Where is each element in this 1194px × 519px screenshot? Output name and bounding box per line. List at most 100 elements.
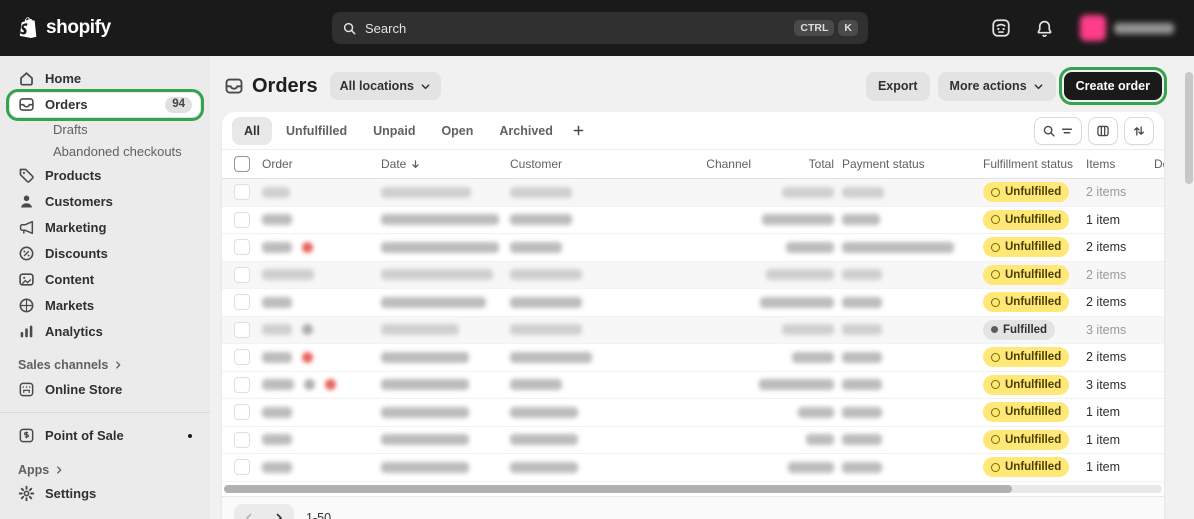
search-and-filter-button[interactable] bbox=[1034, 116, 1082, 145]
previous-page-button[interactable] bbox=[234, 504, 264, 519]
row-checkbox[interactable] bbox=[234, 184, 250, 201]
tab-open[interactable]: Open bbox=[429, 117, 485, 145]
fulfillment-status-badge: Unfulfilled bbox=[983, 429, 1070, 450]
account-menu[interactable] bbox=[1074, 12, 1180, 44]
row-checkbox[interactable] bbox=[234, 239, 250, 256]
row-checkbox[interactable] bbox=[234, 321, 250, 338]
order-number-redacted bbox=[262, 324, 292, 336]
create-order-button[interactable]: Create order bbox=[1058, 67, 1168, 105]
row-checkbox[interactable] bbox=[234, 431, 250, 448]
column-label: Items bbox=[1086, 157, 1116, 171]
page-scrollbar-thumb[interactable] bbox=[1185, 72, 1193, 184]
column-header-channel[interactable]: Channel bbox=[664, 157, 759, 171]
table-row[interactable]: Unfulfilled 1 item bbox=[222, 454, 1164, 482]
column-header-items[interactable]: Items bbox=[1086, 157, 1154, 171]
sidebar-item-markets[interactable]: Markets bbox=[10, 293, 200, 317]
notifications-button[interactable] bbox=[1031, 15, 1058, 42]
column-header-delivery[interactable]: Delivery bbox=[1154, 157, 1164, 171]
sidekick-icon bbox=[991, 18, 1011, 38]
row-checkbox[interactable] bbox=[234, 404, 250, 421]
column-header-total[interactable]: Total bbox=[759, 157, 842, 171]
date-redacted bbox=[381, 351, 469, 363]
column-header-date[interactable]: Date bbox=[381, 157, 510, 171]
search-bar[interactable]: Search CTRL K bbox=[332, 12, 868, 44]
note-flag-icon bbox=[304, 379, 315, 391]
column-header-payment-status[interactable]: Payment status bbox=[842, 157, 983, 171]
payment-status-redacted bbox=[842, 324, 882, 336]
add-view-button[interactable] bbox=[565, 117, 593, 145]
more-actions-button[interactable]: More actions bbox=[937, 72, 1056, 100]
date-redacted bbox=[381, 406, 469, 418]
row-checkbox[interactable] bbox=[234, 294, 250, 311]
table-row[interactable]: Unfulfilled 2 items bbox=[222, 289, 1164, 317]
payment-status-redacted bbox=[842, 351, 882, 363]
fulfillment-status-label: Unfulfilled bbox=[1005, 461, 1062, 474]
row-checkbox[interactable] bbox=[234, 459, 250, 476]
search-icon bbox=[1042, 124, 1056, 138]
unfulfilled-circle-icon bbox=[991, 187, 1000, 197]
sidebar-item-online-store[interactable]: Online Store bbox=[10, 377, 200, 401]
table-row[interactable]: Unfulfilled 3 items bbox=[222, 371, 1164, 399]
select-all-checkbox[interactable] bbox=[234, 156, 250, 172]
column-header-fulfillment-status[interactable]: Fulfillment status bbox=[983, 157, 1086, 171]
sidebar-item-label: Point of Sale bbox=[45, 428, 124, 444]
sidebar-item-abandoned-checkouts[interactable]: Abandoned checkouts bbox=[10, 141, 200, 161]
fulfillment-status-badge: Unfulfilled bbox=[983, 237, 1070, 258]
table-row[interactable]: Unfulfilled 1 item bbox=[222, 399, 1164, 427]
next-page-button[interactable] bbox=[264, 504, 294, 519]
table-row[interactable]: Unfulfilled 2 items bbox=[222, 344, 1164, 372]
tab-unpaid[interactable]: Unpaid bbox=[361, 117, 427, 145]
total-redacted bbox=[788, 461, 834, 473]
sidebar-item-content[interactable]: Content bbox=[10, 267, 200, 291]
table-row[interactable]: Unfulfilled 2 items bbox=[222, 261, 1164, 289]
page-title: Orders bbox=[252, 74, 318, 97]
sidebar-item-label: Content bbox=[45, 271, 95, 287]
column-header-order[interactable]: Order bbox=[262, 157, 381, 171]
chevron-right-icon bbox=[54, 465, 64, 475]
fulfillment-status-label: Unfulfilled bbox=[1005, 213, 1062, 226]
sidebar-item-drafts[interactable]: Drafts bbox=[10, 119, 200, 139]
sidebar-section-apps[interactable]: Apps bbox=[18, 463, 192, 477]
sidekick-button[interactable] bbox=[987, 14, 1015, 42]
sidebar-divider bbox=[0, 412, 210, 414]
tab-archived[interactable]: Archived bbox=[487, 117, 565, 145]
horizontal-scrollbar-thumb[interactable] bbox=[224, 484, 1012, 493]
customer-redacted bbox=[510, 241, 562, 253]
row-checkbox[interactable] bbox=[234, 376, 250, 393]
unfulfilled-circle-icon bbox=[991, 407, 1000, 417]
tab-all[interactable]: All bbox=[232, 116, 272, 145]
sidebar-item-settings[interactable]: Settings bbox=[10, 482, 200, 506]
sidebar-item-point-of-sale[interactable]: Point of Sale bbox=[10, 424, 200, 448]
row-checkbox[interactable] bbox=[234, 349, 250, 366]
total-redacted bbox=[786, 241, 834, 253]
export-button[interactable]: Export bbox=[865, 72, 930, 100]
column-label: Fulfillment status bbox=[983, 157, 1074, 171]
shopify-logo[interactable]: shopify bbox=[18, 16, 111, 40]
pos-icon bbox=[18, 427, 35, 444]
table-row[interactable]: Unfulfilled 1 item bbox=[222, 206, 1164, 234]
column-header-customer[interactable]: Customer bbox=[510, 157, 664, 171]
table-row[interactable]: Unfulfilled 2 items bbox=[222, 234, 1164, 262]
customer-redacted bbox=[510, 434, 578, 446]
sidebar-item-home[interactable]: Home bbox=[10, 67, 200, 91]
table-row[interactable]: Fulfilled 3 items bbox=[222, 316, 1164, 344]
search-shortcut: CTRL K bbox=[794, 19, 858, 37]
tab-unfulfilled[interactable]: Unfulfilled bbox=[274, 117, 359, 145]
page-scrollbar[interactable] bbox=[1185, 60, 1193, 515]
sidebar-item-orders[interactable]: Orders 94 bbox=[6, 88, 204, 121]
location-filter-button[interactable]: All locations bbox=[329, 72, 441, 100]
sidebar-item-marketing[interactable]: Marketing bbox=[10, 215, 200, 239]
sidebar-item-customers[interactable]: Customers bbox=[10, 189, 200, 213]
sidebar-item-products[interactable]: Products bbox=[10, 163, 200, 187]
sidebar-item-analytics[interactable]: Analytics bbox=[10, 319, 200, 343]
pagination bbox=[234, 504, 294, 519]
sidebar-section-sales-channels[interactable]: Sales channels bbox=[18, 358, 192, 372]
sort-button[interactable] bbox=[1124, 116, 1154, 145]
row-checkbox[interactable] bbox=[234, 211, 250, 228]
edit-columns-button[interactable] bbox=[1088, 116, 1118, 145]
row-checkbox[interactable] bbox=[234, 266, 250, 283]
horizontal-scrollbar[interactable] bbox=[224, 484, 1162, 493]
table-row[interactable]: Unfulfilled 1 item bbox=[222, 426, 1164, 454]
sidebar-item-discounts[interactable]: Discounts bbox=[10, 241, 200, 265]
table-row[interactable]: Unfulfilled 2 items bbox=[222, 179, 1164, 207]
